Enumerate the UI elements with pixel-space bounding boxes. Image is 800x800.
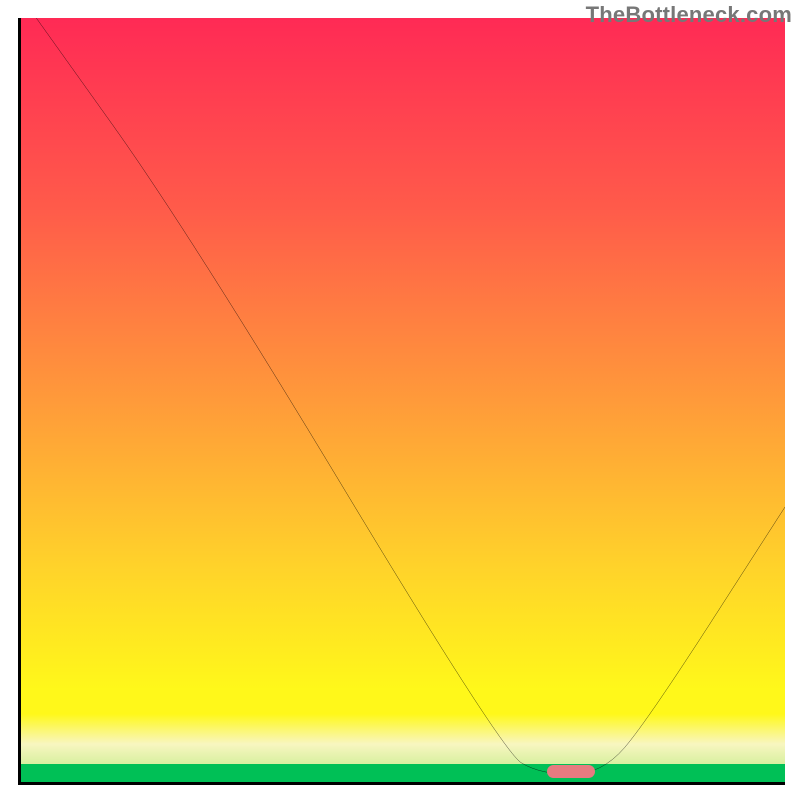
- sweet-spot-marker: [547, 765, 595, 778]
- bottleneck-curve: [21, 18, 785, 782]
- plot-area: [18, 18, 785, 785]
- watermark-text: TheBottleneck.com: [586, 2, 792, 28]
